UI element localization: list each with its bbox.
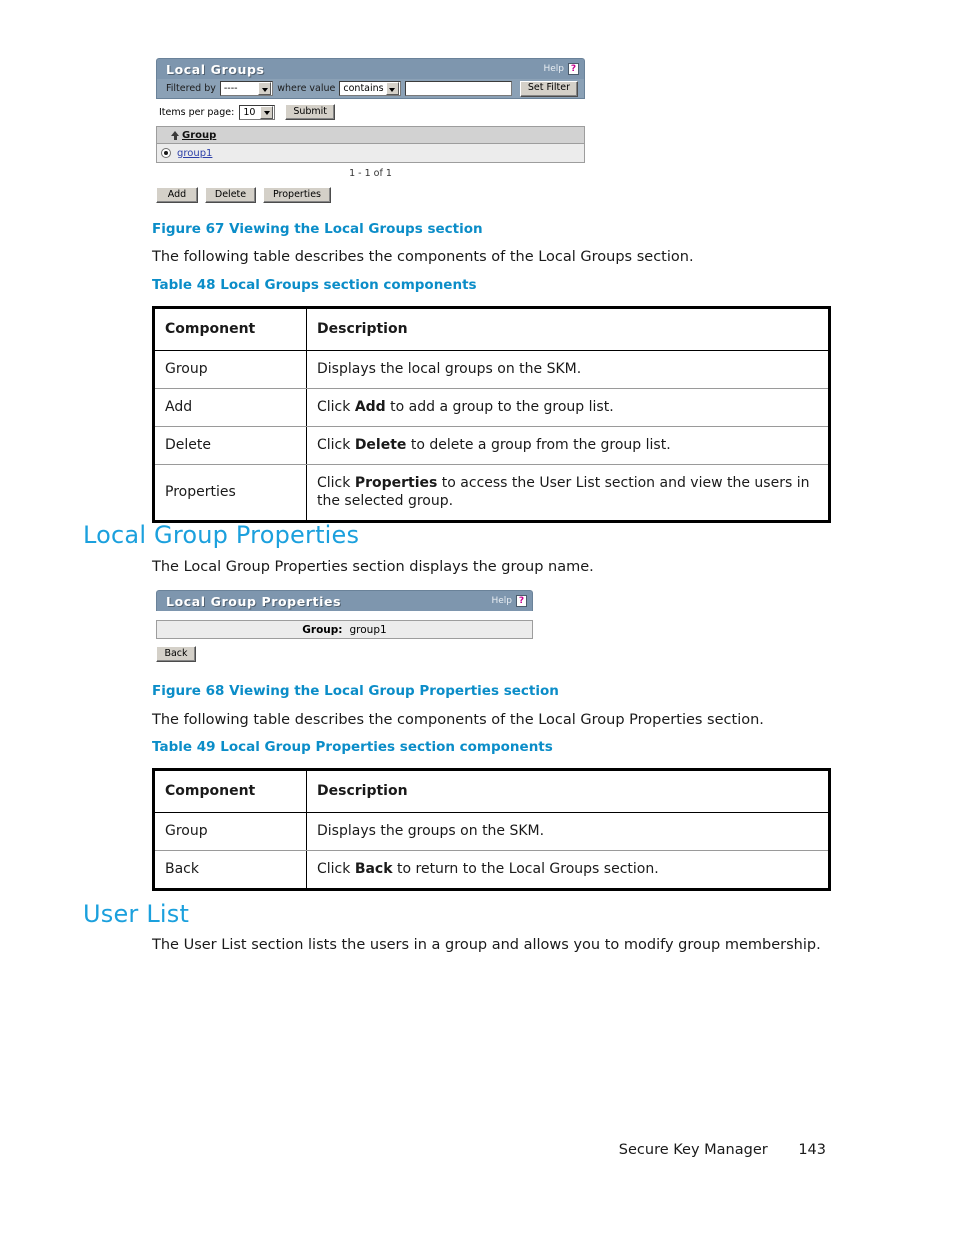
groups-action-buttons: Add Delete Properties xyxy=(156,187,585,203)
groups-grid-header[interactable]: Group xyxy=(157,127,584,144)
table-49-header-component: Component xyxy=(153,769,307,813)
table-49: Component Description Group Displays the… xyxy=(152,768,831,891)
filter-bar: Filtered by ---- where value contains Se… xyxy=(156,79,585,99)
table-row: Add Click Add to add a group to the grou… xyxy=(153,388,830,427)
back-button[interactable]: Back xyxy=(156,646,196,662)
table-49-header-row: Component Description xyxy=(153,769,830,813)
group-column-header[interactable]: Group xyxy=(182,130,216,141)
table-49-cell-component: Group xyxy=(153,812,307,851)
local-groups-panel: Local Groups Help ? Filtered by ---- whe… xyxy=(156,58,585,203)
chevron-down-icon xyxy=(260,105,274,119)
operator-value: contains xyxy=(343,83,384,94)
desc-pre: Displays the local groups on the SKM. xyxy=(317,361,582,377)
question-mark-icon[interactable]: ? xyxy=(516,595,527,607)
figure-67-caption: Figure 67 Viewing the Local Groups secti… xyxy=(152,221,483,237)
question-mark-icon[interactable]: ? xyxy=(568,63,579,75)
table-row[interactable]: group1 xyxy=(157,144,584,162)
desc-pre: Click xyxy=(317,437,355,453)
delete-button[interactable]: Delete xyxy=(205,187,256,203)
chevron-down-icon xyxy=(258,82,272,95)
page-title-local-group-properties: Local Group Properties xyxy=(83,521,360,549)
local-groups-panel-header: Local Groups Help ? xyxy=(156,58,585,79)
items-per-page-value: 10 xyxy=(243,106,256,118)
properties-button[interactable]: Properties xyxy=(263,187,331,203)
table-48-cell-component: Properties xyxy=(153,464,307,522)
table-row: Group Displays the groups on the SKM. xyxy=(153,812,830,851)
figure-68-caption: Figure 68 Viewing the Local Group Proper… xyxy=(152,683,559,699)
page-footer: Secure Key Manager 143 xyxy=(0,1142,954,1158)
group-field-row: Group: group1 xyxy=(156,620,533,639)
page-title-user-list: User List xyxy=(83,900,190,928)
desc-bold: Back xyxy=(354,861,393,877)
document-page: Local Groups Help ? Filtered by ---- whe… xyxy=(0,0,954,1235)
set-filter-button[interactable]: Set Filter xyxy=(519,80,578,97)
table-48-cell-component: Add xyxy=(153,388,307,427)
table-48-caption: Table 48 Local Groups section components xyxy=(152,277,477,293)
desc-pre: Click xyxy=(317,861,355,877)
table-48-header-row: Component Description xyxy=(153,307,830,351)
table-49-header-description: Description xyxy=(306,769,830,813)
filtered-by-label: Filtered by xyxy=(166,83,216,94)
table-49-cell-component: Back xyxy=(153,850,307,890)
table-49-cell-description: Displays the groups on the SKM. xyxy=(306,812,830,851)
table-row: Group Displays the local groups on the S… xyxy=(153,350,830,389)
table-row: Properties Click Properties to access th… xyxy=(153,464,830,522)
group-field-value: group1 xyxy=(349,623,387,636)
local-group-properties-panel-header: Local Group Properties Help ? xyxy=(156,590,533,611)
sort-ascending-icon xyxy=(171,130,179,140)
local-group-properties-panel-title: Local Group Properties xyxy=(166,593,342,609)
help-link[interactable]: Help ? xyxy=(491,595,527,607)
desc-bold: Properties xyxy=(354,475,438,491)
table-49-cell-description: Click Back to return to the Local Groups… xyxy=(307,851,830,890)
desc-post: to delete a group from the group list. xyxy=(406,437,671,453)
intro-paragraph-local-group-properties: The Local Group Properties section displ… xyxy=(152,559,594,575)
properties-action-buttons: Back xyxy=(156,646,533,662)
table-49-caption: Table 49 Local Group Properties section … xyxy=(152,739,553,755)
group-name-link[interactable]: group1 xyxy=(177,148,212,159)
footer-product-name: Secure Key Manager xyxy=(618,1142,768,1158)
filtered-by-value: ---- xyxy=(223,83,238,94)
local-group-properties-panel: Local Group Properties Help ? Group: gro… xyxy=(156,590,533,662)
table-48-header-component: Component xyxy=(153,307,307,351)
filtered-by-select[interactable]: ---- xyxy=(219,81,274,96)
desc-post: to add a group to the group list. xyxy=(385,399,614,415)
intro-paragraph-user-list: The User List section lists the users in… xyxy=(152,937,821,953)
where-value-label: where value xyxy=(277,83,336,94)
local-groups-panel-title: Local Groups xyxy=(166,61,265,77)
operator-select[interactable]: contains xyxy=(339,81,401,96)
items-per-page-label: Items per page: xyxy=(159,106,235,118)
table-48-cell-description: Click Delete to delete a group from the … xyxy=(306,426,830,465)
desc-pre: Displays the groups on the SKM. xyxy=(317,823,545,839)
table-48-cell-component: Group xyxy=(153,350,307,389)
table-48-cell-description: Displays the local groups on the SKM. xyxy=(306,350,830,389)
groups-grid: Group group1 xyxy=(156,126,585,163)
desc-bold: Delete xyxy=(354,437,407,453)
filter-value-input[interactable] xyxy=(404,81,512,96)
submit-button[interactable]: Submit xyxy=(285,104,336,120)
desc-bold: Add xyxy=(354,399,386,415)
chevron-down-icon xyxy=(385,82,399,95)
help-label: Help xyxy=(543,64,564,74)
table-48-cell-description: Click Add to add a group to the group li… xyxy=(306,388,830,427)
items-per-page-select[interactable]: 10 xyxy=(239,104,276,120)
add-button[interactable]: Add xyxy=(156,187,198,203)
row-radio-button[interactable] xyxy=(161,148,171,158)
desc-pre: Click xyxy=(317,399,355,415)
table-48-cell-description: Click Properties to access the User List… xyxy=(307,465,830,522)
items-per-page-row: Items per page: 10 Submit xyxy=(156,104,585,120)
table-48-cell-component: Delete xyxy=(153,426,307,465)
table-48: Component Description Group Displays the… xyxy=(152,306,831,523)
group-field-label: Group: xyxy=(302,623,343,636)
help-link[interactable]: Help ? xyxy=(543,63,579,75)
desc-post: to return to the Local Groups section. xyxy=(392,861,659,877)
intro-paragraph-table-48: The following table describes the compon… xyxy=(152,249,694,265)
table-row: Delete Click Delete to delete a group fr… xyxy=(153,426,830,465)
help-label: Help xyxy=(491,596,512,606)
pagination-range: 1 - 1 of 1 xyxy=(349,168,392,179)
footer-page-number: 143 xyxy=(798,1142,826,1158)
table-row: Back Click Back to return to the Local G… xyxy=(153,850,830,890)
intro-paragraph-table-49: The following table describes the compon… xyxy=(152,712,764,728)
table-48-header-description: Description xyxy=(306,307,830,351)
desc-pre: Click xyxy=(317,475,355,491)
